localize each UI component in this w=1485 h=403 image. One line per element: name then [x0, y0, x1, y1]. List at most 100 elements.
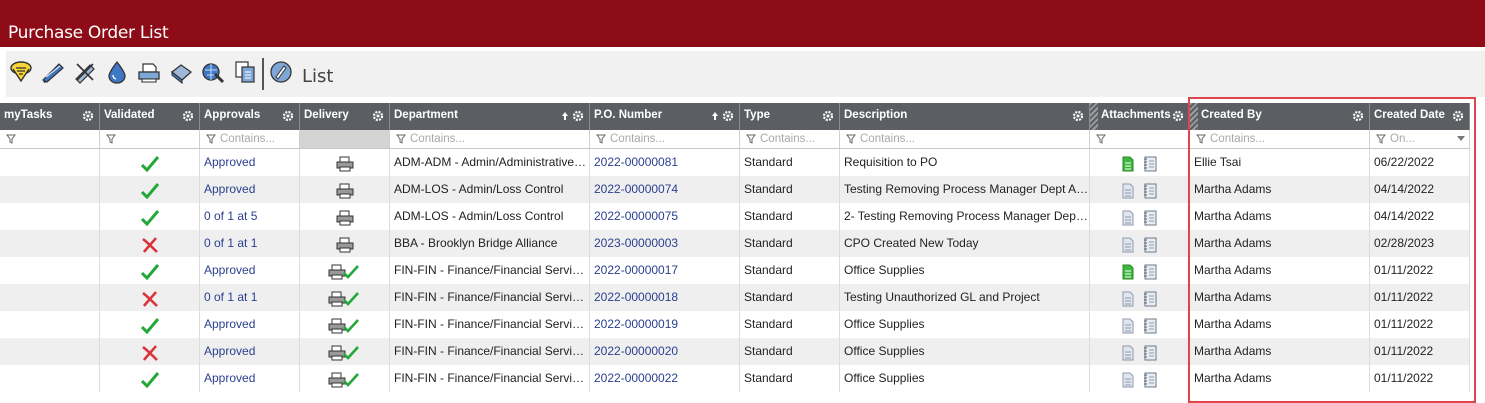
cell-po-number[interactable]: 2022-00000018 [590, 284, 740, 311]
filter-icon[interactable] [396, 134, 406, 144]
cell-approvals[interactable]: 0 of 1 at 1 [200, 284, 300, 311]
cell-po-number[interactable]: 2022-00000019 [590, 311, 740, 338]
gear-icon[interactable] [282, 110, 294, 122]
sort-ascending-icon[interactable] [711, 111, 719, 121]
filter-icon[interactable] [6, 134, 16, 144]
column-header-created-by[interactable]: Created By [1190, 103, 1370, 130]
gear-icon[interactable] [1452, 110, 1464, 122]
column-header-po-number[interactable]: P.O. Number [590, 103, 740, 130]
printer-delivered-icon[interactable] [328, 290, 360, 311]
attachment-empty-icon[interactable] [1122, 290, 1134, 311]
table-row[interactable]: Approved FIN-FIN - Finance/Financial Serv… [0, 311, 1470, 338]
gear-icon[interactable] [372, 110, 384, 122]
cell-po-number[interactable]: 2022-00000074 [590, 176, 740, 203]
cell-po-number[interactable]: 2022-00000020 [590, 338, 740, 365]
cell-approvals[interactable]: Approved [200, 311, 300, 338]
attachment-empty-icon[interactable] [1122, 182, 1134, 203]
column-header-department[interactable]: Department [390, 103, 590, 130]
table-row[interactable]: Approved FIN-FIN - Finance/Financial Serv… [0, 365, 1470, 392]
printer-icon[interactable] [336, 182, 354, 203]
attachment-present-icon[interactable] [1122, 155, 1134, 176]
column-header-delivery[interactable]: Delivery [300, 103, 390, 130]
filter-type[interactable]: Contains... [740, 130, 840, 149]
view-toolbar-button[interactable] [268, 59, 294, 85]
cell-approvals[interactable]: Approved [200, 365, 300, 392]
filter-approvals[interactable]: Contains... [200, 130, 300, 149]
table-row[interactable]: Approved ADM-ADM - Admin/Administrative S… [0, 149, 1470, 176]
filter-mytasks[interactable] [0, 130, 100, 149]
printer-icon[interactable] [336, 209, 354, 230]
eraser-toolbar-button[interactable] [168, 59, 194, 85]
notes-icon[interactable] [1143, 155, 1157, 176]
table-row[interactable]: Approved FIN-FIN - Finance/Financial Serv… [0, 257, 1470, 284]
table-row[interactable]: Approved ADM-LOS - Admin/Loss Control 2022… [0, 176, 1470, 203]
printer-delivered-icon[interactable] [328, 317, 360, 338]
attachment-empty-icon[interactable] [1122, 371, 1134, 392]
column-drag-handle[interactable] [1090, 103, 1098, 130]
column-header-type[interactable]: Type [740, 103, 840, 130]
printer-icon[interactable] [336, 155, 354, 176]
filter-po-number[interactable]: Contains... [590, 130, 740, 149]
tools-toolbar-button[interactable] [200, 59, 226, 85]
filter-icon[interactable] [106, 134, 116, 144]
gear-icon[interactable] [182, 110, 194, 122]
cell-approvals[interactable]: 0 of 1 at 1 [200, 230, 300, 257]
filter-icon[interactable] [1096, 134, 1106, 144]
gear-icon[interactable] [1352, 110, 1364, 122]
ink-toolbar-button[interactable] [104, 59, 130, 85]
reject-toolbar-button[interactable] [72, 59, 98, 85]
gear-icon[interactable] [82, 110, 94, 122]
copy-toolbar-button[interactable] [232, 59, 258, 85]
column-header-mytasks[interactable]: myTasks [0, 103, 100, 130]
print-toolbar-button[interactable] [136, 59, 162, 85]
cell-approvals[interactable]: Approved [200, 338, 300, 365]
approve-toolbar-button[interactable] [40, 59, 66, 85]
gear-icon[interactable] [1072, 110, 1084, 122]
filter-created-date[interactable]: On... [1370, 130, 1470, 149]
notes-icon[interactable] [1143, 236, 1157, 257]
column-header-approvals[interactable]: Approvals [200, 103, 300, 130]
column-header-validated[interactable]: Validated [100, 103, 200, 130]
notes-icon[interactable] [1143, 290, 1157, 311]
column-header-created-date[interactable]: Created Date [1370, 103, 1470, 130]
filter-attachments[interactable] [1090, 130, 1190, 149]
table-row[interactable]: Approved FIN-FIN - Finance/Financial Serv… [0, 338, 1470, 365]
cell-po-number[interactable]: 2023-00000003 [590, 230, 740, 257]
attachment-empty-icon[interactable] [1122, 317, 1134, 338]
attachment-empty-icon[interactable] [1122, 344, 1134, 365]
table-row[interactable]: 0 of 1 at 1 BBA - Brooklyn Bridge Allianc… [0, 230, 1470, 257]
printer-delivered-icon[interactable] [328, 263, 360, 284]
gear-icon[interactable] [822, 110, 834, 122]
attachment-present-icon[interactable] [1122, 263, 1134, 284]
filter-icon[interactable] [846, 134, 856, 144]
printer-icon[interactable] [336, 236, 354, 257]
sort-ascending-icon[interactable] [561, 111, 569, 121]
notes-icon[interactable] [1143, 209, 1157, 230]
filter-validated[interactable] [100, 130, 200, 149]
attachment-empty-icon[interactable] [1122, 236, 1134, 257]
cell-po-number[interactable]: 2022-00000081 [590, 149, 740, 176]
notes-icon[interactable] [1143, 317, 1157, 338]
notes-icon[interactable] [1143, 263, 1157, 284]
cell-approvals[interactable]: Approved [200, 149, 300, 176]
gear-icon[interactable] [572, 110, 584, 122]
notes-icon[interactable] [1143, 344, 1157, 365]
notes-icon[interactable] [1143, 371, 1157, 392]
cell-approvals[interactable]: Approved [200, 257, 300, 284]
column-header-description[interactable]: Description [840, 103, 1090, 130]
filter-icon[interactable] [206, 134, 216, 144]
cell-po-number[interactable]: 2022-00000022 [590, 365, 740, 392]
gear-icon[interactable] [1172, 110, 1184, 122]
filter-icon[interactable] [746, 134, 756, 144]
filter-icon[interactable] [1376, 134, 1386, 144]
filter-department[interactable]: Contains... [390, 130, 590, 149]
printer-delivered-icon[interactable] [328, 344, 360, 365]
filter-icon[interactable] [596, 134, 606, 144]
cell-po-number[interactable]: 2022-00000017 [590, 257, 740, 284]
cell-po-number[interactable]: 2022-00000075 [590, 203, 740, 230]
filter-toolbar-button[interactable] [8, 59, 34, 85]
filter-description[interactable]: Contains... [840, 130, 1090, 149]
table-row[interactable]: 0 of 1 at 5 ADM-LOS - Admin/Loss Control 2… [0, 203, 1470, 230]
chevron-down-icon[interactable] [1457, 136, 1465, 141]
attachment-empty-icon[interactable] [1122, 209, 1134, 230]
